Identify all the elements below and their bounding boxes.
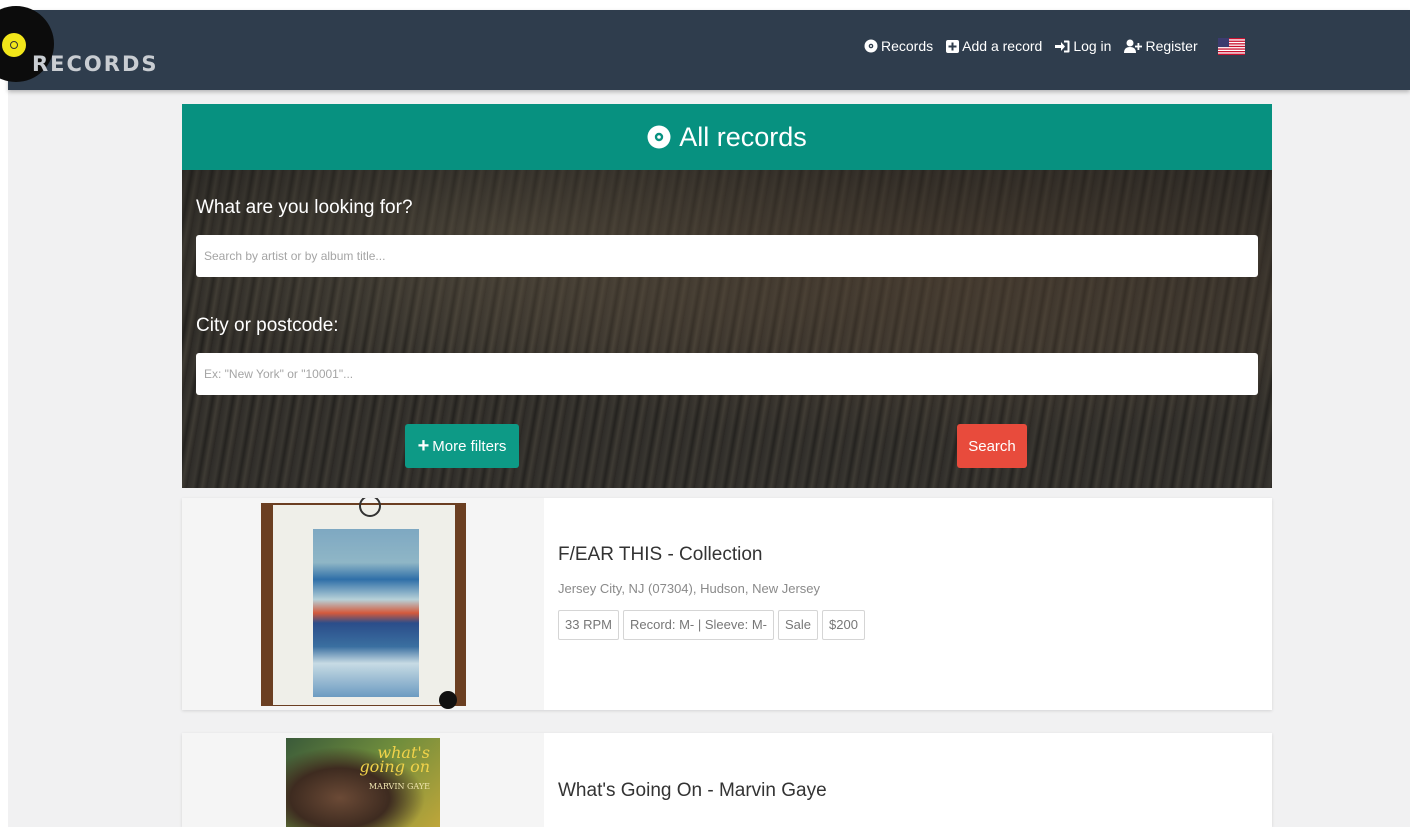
- vinyl-badge-icon: [439, 691, 457, 709]
- user-plus-icon: [1124, 39, 1143, 53]
- album-cover-image: what's going on MARVIN GAYE: [286, 738, 440, 827]
- us-flag-icon[interactable]: [1217, 37, 1245, 55]
- record-details: What's Going On - Marvin Gaye: [558, 780, 827, 802]
- nav-item-register[interactable]: Register: [1124, 38, 1198, 54]
- listing-type-tag: Sale: [778, 610, 819, 640]
- record-thumbnail[interactable]: what's going on MARVIN GAYE: [182, 733, 544, 827]
- sign-in-icon: [1055, 40, 1070, 52]
- album-cover-image: [261, 498, 466, 709]
- anarchy-symbol-icon: [359, 498, 381, 517]
- record-icon: [647, 125, 671, 149]
- record-card[interactable]: F/EAR THIS - Collection Jersey City, NJ …: [182, 498, 1272, 710]
- record-tags: 33 RPM Record: M- | Sleeve: M- Sale $200: [558, 610, 869, 640]
- brand-name[interactable]: RECORDS: [32, 52, 159, 76]
- page-title: All records: [679, 121, 807, 152]
- record-location: Jersey City, NJ (07304), Hudson, New Jer…: [558, 581, 821, 596]
- record-details: F/EAR THIS - Collection Jersey City, NJ …: [558, 544, 869, 640]
- more-filters-button[interactable]: + More filters: [405, 424, 519, 468]
- nav-menu: Records Add a record Log in Register: [864, 36, 1245, 56]
- nav-item-label: Log in: [1073, 38, 1112, 54]
- nav-item-label: Records: [881, 38, 934, 54]
- record-card[interactable]: what's going on MARVIN GAYE What's Going…: [182, 733, 1272, 827]
- search-panel: All records What are you looking for? Ci…: [182, 104, 1272, 488]
- nav-item-label: Register: [1145, 38, 1198, 54]
- more-filters-label: More filters: [432, 437, 507, 455]
- record-thumbnail[interactable]: [182, 498, 544, 710]
- search-form: What are you looking for? City or postco…: [182, 170, 1272, 488]
- record-title[interactable]: What's Going On - Marvin Gaye: [558, 780, 827, 802]
- record-icon: [864, 39, 878, 53]
- location-label: City or postcode:: [196, 315, 339, 336]
- nav-item-records[interactable]: Records: [864, 38, 933, 54]
- search-input[interactable]: [196, 235, 1258, 277]
- plus-square-icon: [946, 39, 960, 53]
- record-title[interactable]: F/EAR THIS - Collection: [558, 544, 869, 566]
- location-input[interactable]: [196, 353, 1258, 395]
- top-navbar: RECORDS Records Add a record Log in Regi…: [0, 6, 1410, 90]
- nav-item-add-record[interactable]: Add a record: [946, 38, 1042, 54]
- search-button[interactable]: Search: [957, 424, 1027, 468]
- nav-item-login[interactable]: Log in: [1055, 38, 1111, 54]
- nav-item-label: Add a record: [962, 38, 1043, 54]
- condition-tag: Record: M- | Sleeve: M-: [622, 610, 774, 640]
- price-tag: $200: [822, 610, 865, 640]
- page-title-bar: All records: [182, 104, 1272, 170]
- speed-tag: 33 RPM: [558, 610, 619, 640]
- query-label: What are you looking for?: [196, 197, 413, 218]
- plus-icon: +: [417, 435, 430, 457]
